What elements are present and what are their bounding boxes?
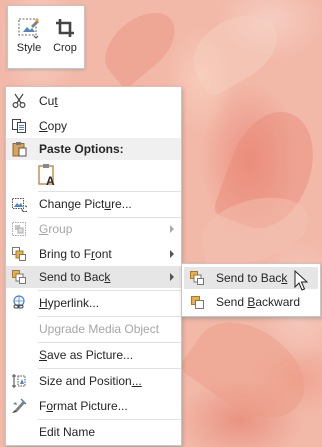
paste-keep-text-only-icon: A	[38, 164, 55, 187]
background-petal	[181, 1, 289, 99]
menu-item-cut[interactable]: Cut	[6, 90, 181, 112]
separator	[38, 191, 181, 192]
change-picture-icon	[12, 198, 27, 212]
menu-item-label: Size and Position...	[39, 374, 142, 388]
mouse-cursor-icon	[294, 270, 308, 291]
crop-icon	[56, 19, 74, 37]
menu-item-upgrade-media-object[interactable]: Upgrade Media Object	[6, 318, 181, 340]
submenu-item-label: Send to Back	[216, 271, 288, 285]
menu-item-format-picture[interactable]: Format Picture...	[6, 395, 181, 417]
menu-item-change-picture[interactable]: Change Picture...	[6, 193, 181, 215]
separator	[38, 419, 181, 420]
bring-to-front-icon	[12, 247, 26, 261]
menu-item-label: Upgrade Media Object	[39, 322, 160, 336]
scissors-icon	[12, 93, 26, 109]
menu-item-label: Format Picture...	[39, 399, 128, 413]
separator	[38, 290, 181, 291]
menu-item-label: Save as Picture...	[39, 348, 134, 362]
menu-item-label: Cut	[39, 94, 58, 108]
svg-text:A: A	[46, 174, 55, 187]
menu-item-size-and-position[interactable]: Size and Position...	[6, 370, 181, 392]
crop-label: Crop	[53, 42, 77, 54]
menu-item-hyperlink[interactable]: Hyperlink...	[6, 292, 181, 314]
submenu-arrow-icon	[170, 273, 174, 281]
submenu-item-label: Send Backward	[216, 295, 301, 309]
style-button[interactable]: Style	[13, 14, 45, 64]
submenu-item-send-backward[interactable]: Send Backward	[184, 291, 318, 313]
background-petal	[177, 302, 322, 438]
mini-toolbar: Style Crop	[7, 5, 85, 69]
menu-item-copy[interactable]: Copy	[6, 115, 181, 137]
size-position-icon	[12, 374, 26, 388]
menu-item-label: Edit Name	[39, 425, 96, 439]
style-label: Style	[16, 42, 42, 54]
format-picture-icon	[12, 398, 27, 413]
background-petal	[93, 0, 187, 90]
menu-item-bring-to-front[interactable]: Bring to Front	[6, 243, 181, 265]
paste-option-keep-text-only[interactable]: A	[6, 163, 181, 189]
paste-options-header: Paste Options:	[6, 138, 181, 160]
group-icon	[12, 222, 26, 236]
picture-style-icon	[18, 18, 39, 39]
context-menu: Cut Copy Paste Options: A Change Picture…	[5, 86, 182, 446]
separator	[38, 342, 181, 343]
crop-button[interactable]: Crop	[49, 14, 81, 64]
paste-options-label: Paste Options:	[39, 142, 124, 156]
menu-item-edit-name[interactable]: Edit Name	[6, 421, 181, 443]
menu-item-label: Bring to Front	[39, 247, 112, 261]
menu-item-label: Change Picture...	[39, 197, 132, 211]
menu-item-label: Group	[39, 222, 73, 236]
send-to-back-icon	[190, 271, 204, 285]
paste-icon	[12, 142, 27, 157]
menu-item-label: Copy	[39, 119, 68, 133]
copy-icon	[12, 119, 26, 133]
separator	[38, 368, 181, 369]
menu-item-send-to-back[interactable]: Send to Back	[6, 266, 181, 288]
send-to-back-icon	[12, 270, 26, 284]
send-backward-icon	[191, 296, 204, 309]
submenu-arrow-icon	[170, 250, 174, 258]
menu-item-group[interactable]: Group	[6, 218, 181, 240]
hyperlink-icon	[13, 295, 25, 309]
menu-item-label: Hyperlink...	[39, 296, 100, 310]
submenu-arrow-icon	[170, 225, 174, 233]
menu-item-label: Send to Back	[39, 270, 111, 284]
separator	[38, 316, 181, 317]
menu-item-save-as-picture[interactable]: Save as Picture...	[6, 344, 181, 366]
